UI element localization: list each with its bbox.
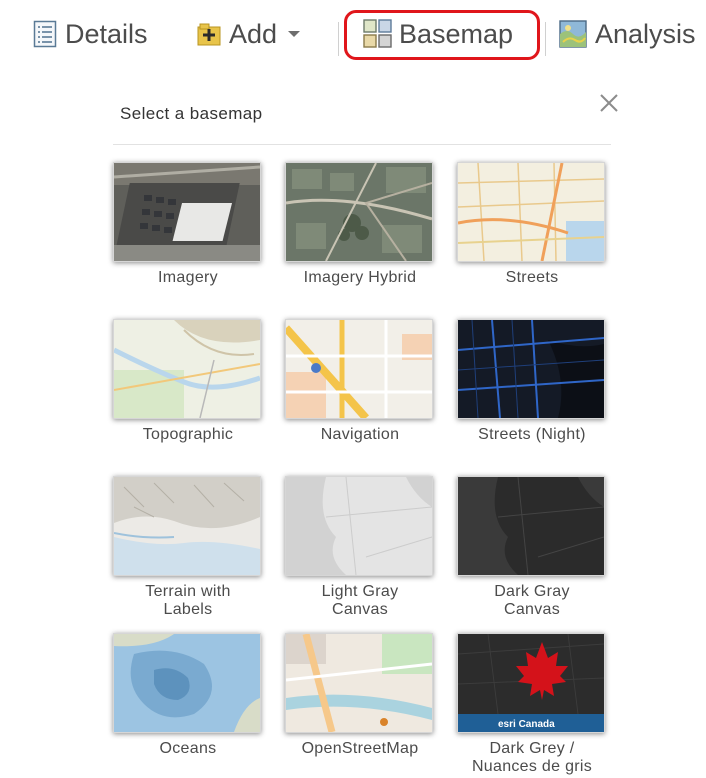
basemap-label: Oceans (159, 740, 217, 757)
basemap-label: OpenStreetMap (301, 740, 419, 757)
analysis-map-icon (559, 20, 587, 48)
basemap-thumbnail (457, 162, 605, 262)
basemap-thumbnail (457, 476, 605, 576)
basemap-thumbnail (285, 633, 433, 733)
basemap-thumbnail: esri Canada (457, 633, 605, 733)
basemap-label: Dark Grey / Nuances de gris (471, 740, 593, 775)
basemap-tile-dark-gray-canvas[interactable]: Dark Gray Canvas (457, 476, 607, 619)
basemap-thumbnail (285, 162, 433, 262)
close-icon[interactable] (596, 90, 622, 116)
basemap-tile-openstreetmap[interactable]: OpenStreetMap (285, 633, 435, 758)
chevron-down-icon (288, 31, 301, 37)
basemap-tile-navigation[interactable]: Navigation (285, 319, 435, 444)
details-list-icon (33, 20, 57, 48)
basemap-tile-topographic[interactable]: Topographic (113, 319, 263, 444)
add-dropdown-button[interactable]: Add (196, 14, 301, 54)
basemap-button[interactable]: Basemap (363, 14, 513, 54)
toolbar-separator (545, 22, 546, 56)
basemap-label: Streets (505, 269, 559, 286)
toolbar: Details Add Basemap Analysis (0, 0, 706, 64)
panel-divider (113, 144, 611, 145)
basemap-label: Dark Gray Canvas (494, 583, 570, 618)
basemap-thumbnail (113, 319, 261, 419)
basemap-thumbnail (113, 162, 261, 262)
basemap-tile-terrain-with-labels[interactable]: Terrain with Labels (113, 476, 263, 619)
basemap-tile-oceans[interactable]: Oceans (113, 633, 263, 758)
add-plus-icon (197, 23, 221, 46)
basemap-label: Streets (Night) (478, 426, 586, 443)
basemap-label: Imagery (158, 269, 218, 286)
basemap-thumbnail (457, 319, 605, 419)
basemap-tile-imagery-hybrid[interactable]: Imagery Hybrid (285, 162, 435, 287)
basemap-thumbnail (285, 476, 433, 576)
basemap-label: Basemap (399, 18, 514, 49)
basemap-tile-imagery[interactable]: Imagery (113, 162, 263, 287)
basemap-thumbnail (285, 319, 433, 419)
esri-canada-logo: esri Canada (498, 719, 555, 730)
analysis-button[interactable]: Analysis (559, 14, 696, 54)
basemap-tile-light-gray-canvas[interactable]: Light Gray Canvas (285, 476, 435, 619)
analysis-label: Analysis (595, 18, 696, 49)
add-label: Add (229, 18, 278, 49)
basemap-label: Imagery Hybrid (303, 269, 417, 286)
basemap-thumbnail (113, 633, 261, 733)
basemap-grid-icon (363, 19, 392, 48)
basemap-tile-streets-night[interactable]: Streets (Night) (457, 319, 607, 444)
basemap-tile-streets[interactable]: Streets (457, 162, 607, 287)
basemap-tile-dark-grey-nuances-de-gris[interactable]: esri Canada Dark Grey / Nuances de gris (457, 633, 607, 776)
basemap-label: Navigation (320, 426, 400, 443)
basemap-label: Terrain with Labels (145, 583, 231, 618)
basemap-thumbnail (113, 476, 261, 576)
panel-title: Select a basemap (120, 104, 263, 123)
toolbar-separator (338, 22, 339, 56)
details-button[interactable]: Details (33, 14, 148, 54)
details-label: Details (65, 18, 148, 49)
basemap-label: Light Gray Canvas (321, 583, 399, 618)
basemap-label: Topographic (142, 426, 234, 443)
